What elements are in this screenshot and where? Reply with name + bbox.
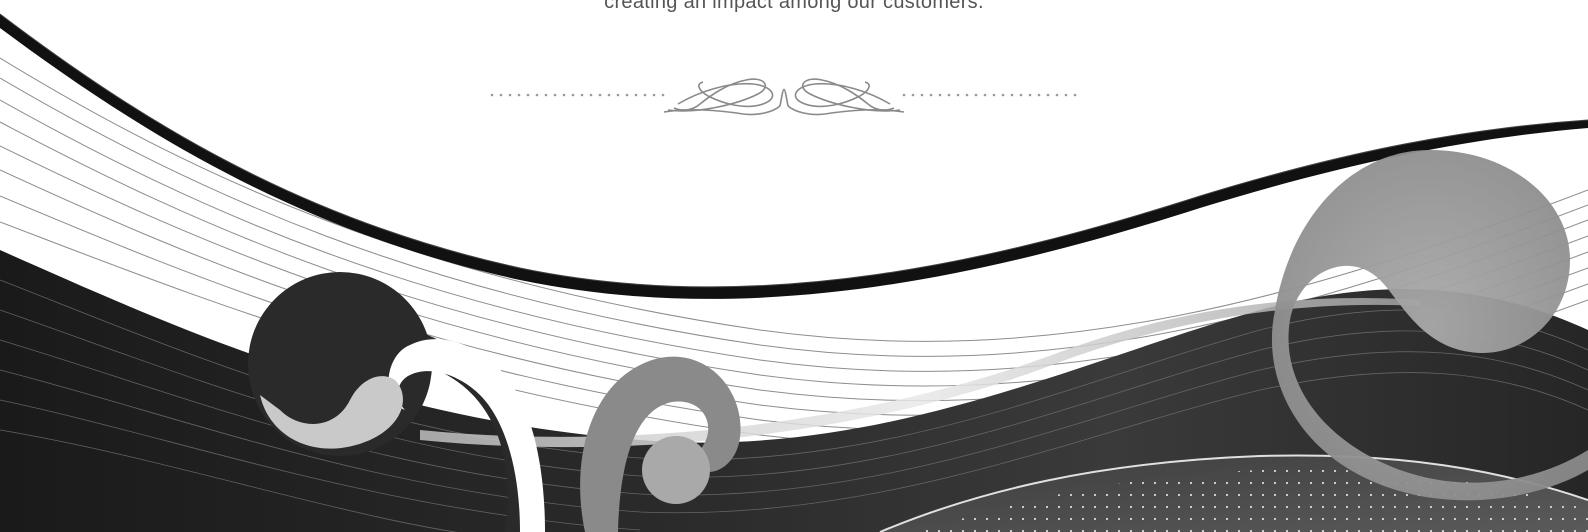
ornamental-divider (490, 78, 1077, 116)
dotted-rule-right (902, 93, 1077, 97)
tagline-text: creating an impact among our customers. (604, 0, 984, 13)
dotted-rule-left (490, 93, 665, 97)
flourish-icon (663, 78, 905, 116)
hero-section: creating an impact among our customers. (0, 0, 1588, 532)
